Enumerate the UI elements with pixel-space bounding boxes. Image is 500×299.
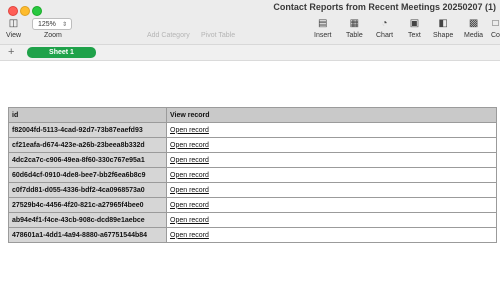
text-icon: ▣ [409,18,420,29]
chart-icon: ◔ [381,18,388,29]
link-cell[interactable]: Open record [166,167,497,183]
table-row: f82004fd-5113-4cad-92d7-73b87eaefd93 Ope… [8,122,497,138]
sheet-bar: + Sheet 1 [0,45,500,61]
chevron-updown-icon: ⇕ [61,22,67,28]
insert-icon: ▤ [318,18,328,29]
id-cell[interactable]: 4dc2ca7c-c906-49ea-8f60-330c767e95a1 [8,152,167,168]
link-cell[interactable]: Open record [166,227,497,243]
shape-label: Shape [433,32,454,39]
chart-button[interactable]: ◔ Chart [376,18,393,39]
id-cell[interactable]: 478601a1-4dd1-4a94-8880-a67751544b84 [8,227,167,243]
table-row: 478601a1-4dd1-4a94-8880-a67751544b84 Ope… [8,227,497,243]
open-record-link[interactable]: Open record [170,157,209,164]
add-category-label: Add Category [147,32,190,39]
open-record-link[interactable]: Open record [170,217,209,224]
data-table: id View record f82004fd-5113-4cad-92d7-7… [8,107,497,243]
table-icon: ▦ [349,18,360,29]
table-header-row: id View record [8,107,497,123]
comment-button[interactable]: □ Co [491,18,500,39]
open-record-link[interactable]: Open record [170,232,209,239]
link-cell[interactable]: Open record [166,137,497,153]
pivot-table-label: Pivot Table [201,32,236,39]
shape-button[interactable]: ◧ Shape [433,18,453,39]
link-cell[interactable]: Open record [166,152,497,168]
id-cell[interactable]: 27529b4c-4456-4f20-821c-a27965f4bee0 [8,197,167,213]
open-record-link[interactable]: Open record [170,202,209,209]
link-cell[interactable]: Open record [166,122,497,138]
zoom-value: 125% [38,21,56,28]
zoom-label: Zoom [44,32,62,39]
sheet-canvas[interactable]: id View record f82004fd-5113-4cad-92d7-7… [0,61,500,299]
chart-label: Chart [376,32,394,39]
pivot-table-button[interactable]: Pivot Table [201,32,235,39]
zoom-select[interactable]: 125% ⇕ [32,18,72,30]
id-cell[interactable]: ab94e4f1-f4ce-43cb-908c-dcd89e1aebce [8,212,167,228]
text-button[interactable]: ▣ Text [408,18,421,39]
comment-label: Co [491,32,500,39]
link-cell[interactable]: Open record [166,182,497,198]
insert-label: Insert [314,32,332,39]
id-cell[interactable]: f82004fd-5113-4cad-92d7-73b87eaefd93 [8,122,167,138]
media-label: Media [464,32,484,39]
open-record-link[interactable]: Open record [170,187,209,194]
sidebar-icon: ◫ [8,18,19,29]
sheet-tab-sheet-1[interactable]: Sheet 1 [27,47,96,58]
table-row: 4dc2ca7c-c906-49ea-8f60-330c767e95a1 Ope… [8,152,497,168]
open-record-link[interactable]: Open record [170,172,209,179]
window-title: Contact Reports from Recent Meetings 202… [273,2,496,12]
link-cell[interactable]: Open record [166,197,497,213]
header-view-record[interactable]: View record [166,107,497,123]
header-id[interactable]: id [8,107,167,123]
id-cell[interactable]: 60d6d4cf-0910-4de8-bee7-bb2f6ea6b8c9 [8,167,167,183]
add-sheet-button[interactable]: + [8,45,14,59]
table-row: 27529b4c-4456-4f20-821c-a27965f4bee0 Ope… [8,197,497,213]
insert-button[interactable]: ▤ Insert [314,18,332,39]
table-row: cf21eafa-d674-423e-a26b-23beea8b332d Ope… [8,137,497,153]
table-button[interactable]: ▦ Table [346,18,363,39]
view-label: View [6,32,22,39]
table-row: ab94e4f1-f4ce-43cb-908c-dcd89e1aebce Ope… [8,212,497,228]
media-button[interactable]: ▩ Media [464,18,483,39]
link-cell[interactable]: Open record [166,212,497,228]
view-button[interactable]: ◫ View [6,18,21,39]
add-category-button[interactable]: Add Category [147,32,190,39]
open-record-link[interactable]: Open record [170,127,209,134]
zoom-label-wrap: Zoom [44,32,62,39]
open-record-link[interactable]: Open record [170,142,209,149]
text-label: Text [408,32,421,39]
id-cell[interactable]: cf21eafa-d674-423e-a26b-23beea8b332d [8,137,167,153]
media-icon: ▩ [468,18,479,29]
window-titlebar: Contact Reports from Recent Meetings 202… [0,0,500,45]
table-label: Table [346,32,363,39]
comment-icon: □ [492,18,499,29]
table-row: c0f7dd81-d055-4336-bdf2-4ca0968573a0 Ope… [8,182,497,198]
id-cell[interactable]: c0f7dd81-d055-4336-bdf2-4ca0968573a0 [8,182,167,198]
table-row: 60d6d4cf-0910-4de8-bee7-bb2f6ea6b8c9 Ope… [8,167,497,183]
shape-icon: ◧ [438,18,448,29]
